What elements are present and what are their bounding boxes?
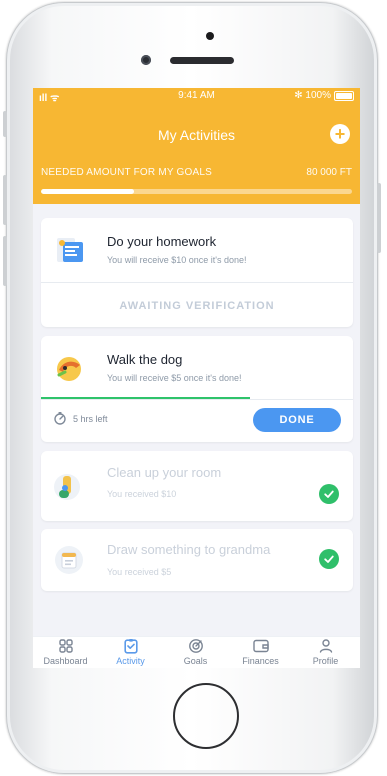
completed-check-icon [319,484,339,504]
status-bar: ıll ᯤ 9:41 AM ✻ 100% [33,90,360,104]
card-title: Walk the dog [107,352,183,367]
tab-dashboard[interactable]: Dashboard [33,637,98,668]
user-icon [293,637,358,655]
card-title: Clean up your room [107,465,222,480]
power-button [377,183,381,253]
add-activity-button[interactable]: + [330,124,350,144]
tab-label: Dashboard [43,656,88,666]
activity-card-walk-dog[interactable]: Walk the dog You will receive $5 once it… [41,336,353,442]
card-divider [41,399,353,400]
activity-card-homework[interactable]: Do your homework You will receive $10 on… [41,218,353,327]
bottom-tab-bar: Dashboard Activity Goals Finances Profil… [33,636,360,668]
wallet-icon [228,637,293,655]
card-title: Draw something to grandma [107,542,271,557]
tab-activity[interactable]: Activity [98,637,163,668]
mute-switch [3,111,7,137]
battery-indicator: ✻ 100% [294,90,354,101]
needed-amount-value: 80 000 FT [306,167,352,178]
volume-up-button [3,175,7,225]
goals-progress-bar [41,189,352,194]
target-icon [163,637,228,655]
tab-goals[interactable]: Goals [163,637,228,668]
earpiece-speaker [170,57,234,64]
done-button[interactable]: DONE [253,408,341,432]
needed-amount-label: NEEDED AMOUNT FOR MY GOALS [41,167,212,178]
app-screen: ıll ᯤ 9:41 AM ✻ 100% My Activities + NEE… [33,88,360,668]
clipboard-check-icon [98,637,163,655]
plus-icon: + [334,124,346,144]
calendar-icon [53,544,85,576]
completed-check-icon [319,549,339,569]
home-button[interactable] [173,683,239,749]
dog-icon [53,352,85,384]
time-left: 5 hrs left [53,411,108,427]
proximity-sensor [206,32,214,40]
page-title: My Activities [157,127,235,143]
room-icon [53,470,85,502]
card-subtitle: You received $5 [107,567,172,577]
awaiting-verification-status: AWAITING VERIFICATION [119,300,275,312]
activities-header: ıll ᯤ 9:41 AM ✻ 100% My Activities + NEE… [33,88,360,204]
card-title: Do your homework [107,234,217,249]
tab-label: Activity [116,656,145,666]
activity-card-draw-grandma[interactable]: Draw something to grandma You received $… [41,529,353,591]
card-subtitle: You will receive $10 once it's done! [107,255,247,265]
card-subtitle: You will receive $5 once it's done! [107,373,242,383]
tab-label: Goals [183,656,208,666]
card-divider [41,282,353,283]
activity-card-clean-room[interactable]: Clean up your room You received $10 [41,451,353,521]
tab-label: Profile [312,656,339,666]
tab-finances[interactable]: Finances [228,637,293,668]
battery-label: ✻ 100% [294,90,331,101]
time-remaining-progress [41,397,251,399]
tab-label: Finances [242,656,279,666]
stopwatch-icon [53,411,67,427]
volume-down-button [3,236,7,286]
time-left-label: 5 hrs left [73,414,108,424]
grid-icon [33,637,98,655]
battery-icon [334,90,354,101]
front-camera [141,55,151,65]
homework-icon [53,234,85,266]
tab-profile[interactable]: Profile [293,637,358,668]
goals-progress-fill [41,189,135,194]
card-subtitle: You received $10 [107,489,177,499]
